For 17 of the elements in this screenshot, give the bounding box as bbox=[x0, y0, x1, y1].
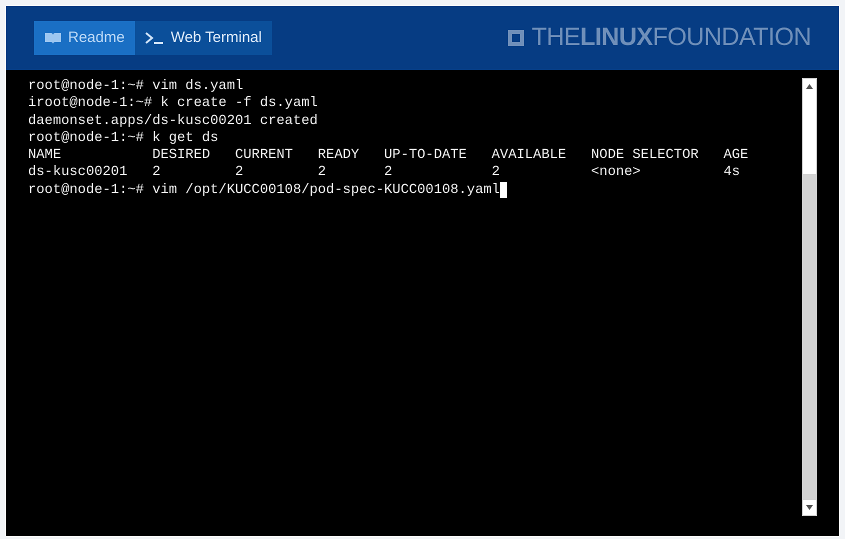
logo-text: THELINUXFOUNDATION bbox=[532, 22, 811, 54]
terminal-line: root@node-1:~# vim ds.yaml bbox=[28, 78, 244, 96]
terminal[interactable] bbox=[6, 70, 839, 536]
terminal-line: root@node-1:~# vim /opt/KUCC00108/pod-spec-KUCC00108.yaml bbox=[28, 182, 500, 200]
terminal-line: ds-kusc00201 2 2 2 2 2 <none> 4s bbox=[28, 164, 740, 182]
logo-icon bbox=[506, 28, 526, 48]
terminal-line: root@node-1:~# k get ds bbox=[28, 130, 218, 148]
scroll-up-icon[interactable] bbox=[806, 84, 813, 89]
terminal-line: iroot@node-1:~# k create -f ds.yaml bbox=[28, 95, 318, 113]
tab[interactable]: Web Terminal bbox=[134, 21, 272, 55]
tab[interactable]: Readme bbox=[34, 21, 135, 55]
scroll-down-icon[interactable] bbox=[806, 505, 813, 510]
prompt-icon bbox=[144, 31, 165, 45]
terminal-line: NAME DESIRED CURRENT READY UP-TO-DATE AVAILABLE NODE SELECTOR AGE bbox=[28, 147, 748, 164]
terminal-line: daemonset.apps/ds-kusc00201 created bbox=[28, 112, 318, 130]
book-icon bbox=[44, 32, 62, 44]
scrollbar[interactable] bbox=[802, 78, 817, 516]
